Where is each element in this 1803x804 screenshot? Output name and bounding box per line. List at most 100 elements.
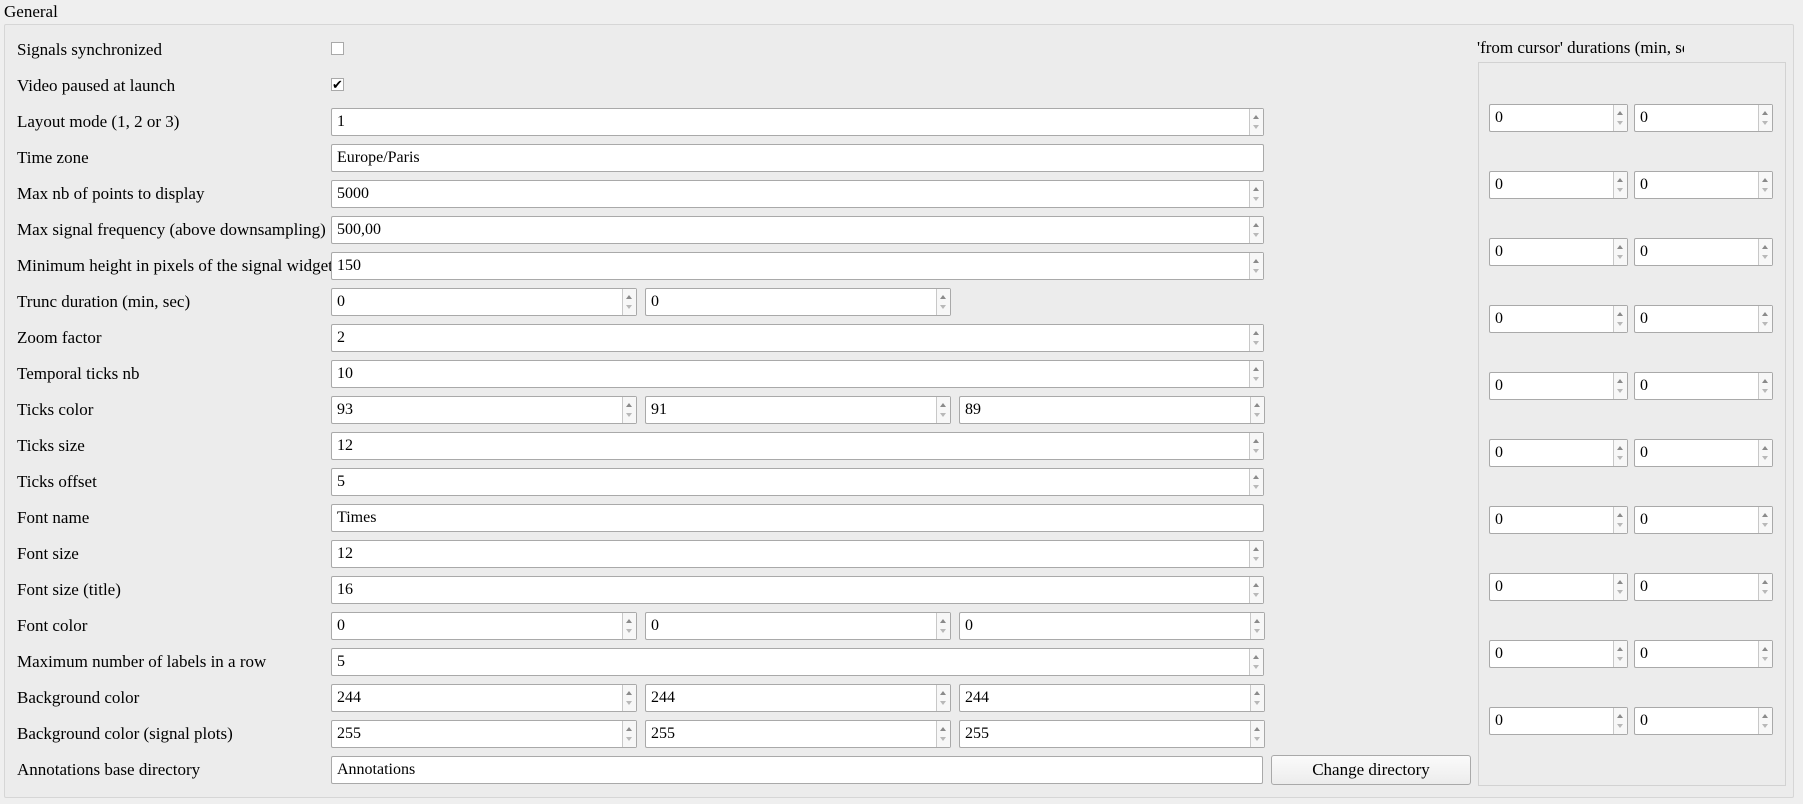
arrow-down-icon[interactable] xyxy=(1254,629,1260,633)
checkbox-paused[interactable]: ✔ xyxy=(331,78,344,91)
cursor-duration-min[interactable]: 0 xyxy=(1489,707,1628,735)
spin-arrows-icon[interactable] xyxy=(1250,613,1264,639)
arrow-up-icon[interactable] xyxy=(940,295,946,299)
spin-arrows-icon[interactable] xyxy=(1250,721,1264,747)
arrow-down-icon[interactable] xyxy=(1617,724,1623,728)
arrow-down-icon[interactable] xyxy=(1617,389,1623,393)
arrow-down-icon[interactable] xyxy=(1617,322,1623,326)
cursor-duration-sec[interactable]: 0 xyxy=(1634,104,1773,132)
spin-arrows-icon[interactable] xyxy=(936,721,950,747)
spin-arrows-icon[interactable] xyxy=(1250,685,1264,711)
arrow-down-icon[interactable] xyxy=(1617,590,1623,594)
arrow-up-icon[interactable] xyxy=(1762,714,1768,718)
arrow-up-icon[interactable] xyxy=(1253,223,1259,227)
arrow-down-icon[interactable] xyxy=(1762,456,1768,460)
arrow-down-icon[interactable] xyxy=(1617,255,1623,259)
arrow-up-icon[interactable] xyxy=(1762,379,1768,383)
spin-arrows-icon[interactable] xyxy=(936,289,950,315)
cursor-duration-min[interactable]: 0 xyxy=(1489,439,1628,467)
spinbox-fcolor-r[interactable]: 0 xyxy=(331,612,637,640)
spinbox-trunc-min[interactable]: 0 xyxy=(331,288,637,316)
arrow-down-icon[interactable] xyxy=(626,305,632,309)
arrow-up-icon[interactable] xyxy=(626,619,632,623)
arrow-down-icon[interactable] xyxy=(1762,255,1768,259)
spin-arrows-icon[interactable] xyxy=(1613,440,1627,466)
arrow-down-icon[interactable] xyxy=(1617,456,1623,460)
arrow-up-icon[interactable] xyxy=(1253,187,1259,191)
spin-arrows-icon[interactable] xyxy=(936,685,950,711)
spinbox-maxpts[interactable]: 5000 xyxy=(331,180,1264,208)
spin-arrows-icon[interactable] xyxy=(622,721,636,747)
spin-arrows-icon[interactable] xyxy=(1758,708,1772,734)
cursor-duration-min[interactable]: 0 xyxy=(1489,640,1628,668)
arrow-up-icon[interactable] xyxy=(940,727,946,731)
spin-arrows-icon[interactable] xyxy=(1249,433,1263,459)
spin-arrows-icon[interactable] xyxy=(1249,649,1263,675)
cursor-duration-sec[interactable]: 0 xyxy=(1634,238,1773,266)
arrow-down-icon[interactable] xyxy=(1617,188,1623,192)
arrow-down-icon[interactable] xyxy=(1254,737,1260,741)
cursor-duration-sec[interactable]: 0 xyxy=(1634,640,1773,668)
spinbox-bgcolorsig-r[interactable]: 255 xyxy=(331,720,637,748)
arrow-down-icon[interactable] xyxy=(1762,389,1768,393)
arrow-down-icon[interactable] xyxy=(1253,125,1259,129)
spin-arrows-icon[interactable] xyxy=(1250,397,1264,423)
arrow-up-icon[interactable] xyxy=(940,619,946,623)
spin-arrows-icon[interactable] xyxy=(1758,574,1772,600)
arrow-up-icon[interactable] xyxy=(626,295,632,299)
spin-arrows-icon[interactable] xyxy=(1249,217,1263,243)
arrow-up-icon[interactable] xyxy=(1253,475,1259,479)
spinbox-tticks[interactable]: 10 xyxy=(331,360,1264,388)
spin-arrows-icon[interactable] xyxy=(622,397,636,423)
spin-arrows-icon[interactable] xyxy=(622,685,636,711)
spin-arrows-icon[interactable] xyxy=(1249,325,1263,351)
arrow-down-icon[interactable] xyxy=(1253,269,1259,273)
cursor-duration-min[interactable]: 0 xyxy=(1489,305,1628,333)
spin-arrows-icon[interactable] xyxy=(1758,507,1772,533)
arrow-up-icon[interactable] xyxy=(1253,367,1259,371)
spin-arrows-icon[interactable] xyxy=(1758,641,1772,667)
arrow-down-icon[interactable] xyxy=(1253,233,1259,237)
cursor-duration-sec[interactable]: 0 xyxy=(1634,372,1773,400)
spinbox-tcolor-b[interactable]: 89 xyxy=(959,396,1265,424)
arrow-up-icon[interactable] xyxy=(1762,647,1768,651)
spin-arrows-icon[interactable] xyxy=(936,613,950,639)
arrow-up-icon[interactable] xyxy=(1253,115,1259,119)
arrow-up-icon[interactable] xyxy=(1617,379,1623,383)
arrow-up-icon[interactable] xyxy=(1253,331,1259,335)
arrow-down-icon[interactable] xyxy=(1762,188,1768,192)
arrow-up-icon[interactable] xyxy=(1617,111,1623,115)
arrow-down-icon[interactable] xyxy=(1762,590,1768,594)
arrow-down-icon[interactable] xyxy=(1253,665,1259,669)
arrow-down-icon[interactable] xyxy=(1253,557,1259,561)
spin-arrows-icon[interactable] xyxy=(1613,105,1627,131)
arrow-up-icon[interactable] xyxy=(1762,446,1768,450)
input-fname[interactable]: Times xyxy=(331,504,1264,532)
change-directory-button[interactable]: Change directory xyxy=(1271,755,1471,785)
arrow-down-icon[interactable] xyxy=(940,629,946,633)
spinbox-zoom[interactable]: 2 xyxy=(331,324,1264,352)
arrow-down-icon[interactable] xyxy=(940,701,946,705)
spin-arrows-icon[interactable] xyxy=(1613,574,1627,600)
arrow-down-icon[interactable] xyxy=(1254,701,1260,705)
spin-arrows-icon[interactable] xyxy=(1249,181,1263,207)
arrow-down-icon[interactable] xyxy=(1253,449,1259,453)
cursor-duration-sec[interactable]: 0 xyxy=(1634,506,1773,534)
cursor-duration-sec[interactable]: 0 xyxy=(1634,305,1773,333)
spin-arrows-icon[interactable] xyxy=(1613,172,1627,198)
arrow-up-icon[interactable] xyxy=(626,403,632,407)
arrow-down-icon[interactable] xyxy=(626,629,632,633)
spinbox-tcolor-r[interactable]: 93 xyxy=(331,396,637,424)
spin-arrows-icon[interactable] xyxy=(1249,109,1263,135)
arrow-up-icon[interactable] xyxy=(1253,439,1259,443)
arrow-up-icon[interactable] xyxy=(1762,513,1768,517)
cursor-duration-min[interactable]: 0 xyxy=(1489,506,1628,534)
arrow-down-icon[interactable] xyxy=(1762,322,1768,326)
arrow-up-icon[interactable] xyxy=(1762,580,1768,584)
spin-arrows-icon[interactable] xyxy=(1613,373,1627,399)
arrow-down-icon[interactable] xyxy=(1253,341,1259,345)
arrow-up-icon[interactable] xyxy=(1762,111,1768,115)
cursor-duration-min[interactable]: 0 xyxy=(1489,104,1628,132)
spinbox-minh[interactable]: 150 xyxy=(331,252,1264,280)
arrow-down-icon[interactable] xyxy=(1762,724,1768,728)
